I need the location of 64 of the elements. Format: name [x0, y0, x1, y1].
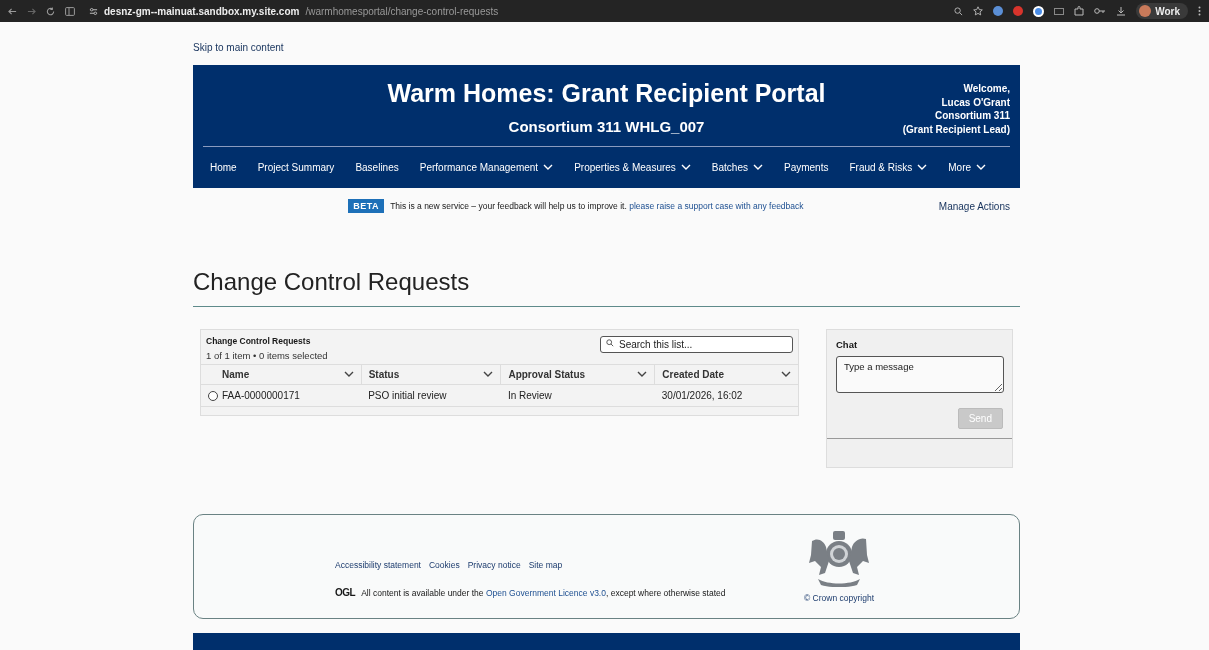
url-path[interactable]: /warmhomesportal/change-control-requests: [305, 5, 499, 17]
puzzle-icon[interactable]: [1074, 6, 1085, 16]
zoom-icon[interactable]: [954, 6, 964, 16]
nav-link[interactable]: Home: [210, 162, 237, 173]
footer-link[interactable]: Privacy notice: [467, 560, 521, 570]
beta-tag: BETA: [348, 199, 385, 213]
download-icon[interactable]: [1116, 6, 1127, 16]
sort-chevron-icon: [637, 371, 648, 378]
extension-icon[interactable]: [1033, 5, 1045, 17]
search-icon: [606, 339, 614, 347]
table-cell: PSO initial review: [361, 384, 501, 406]
forward-icon[interactable]: [27, 6, 36, 16]
copyright-link[interactable]: © Crown copyright: [804, 593, 875, 603]
column-header[interactable]: Status: [361, 364, 501, 385]
star-icon[interactable]: [973, 6, 984, 16]
table-cell: 30/01/2026, 16:02: [654, 384, 798, 406]
reload-icon[interactable]: [46, 6, 55, 16]
welcome-text: Lucas O'Grant: [940, 95, 1010, 109]
nav-link[interactable]: More: [948, 162, 987, 173]
site-info-icon[interactable]: [89, 6, 98, 16]
column-header[interactable]: Name: [201, 364, 362, 385]
ogl-logo: OGL: [335, 587, 356, 598]
back-icon[interactable]: [8, 6, 17, 16]
chat-title: Chat: [835, 338, 859, 350]
welcome-text: (Grant Recipient Lead): [902, 122, 1010, 136]
message-field[interactable]: Type a message: [836, 356, 1004, 393]
search-field[interactable]: Search this list...: [600, 336, 793, 353]
sidebar-icon[interactable]: [65, 6, 75, 16]
page-heading: Change Control Requests: [193, 268, 1020, 307]
footer-link[interactable]: Cookies: [429, 560, 460, 570]
list-title: Change Control Requests: [206, 336, 312, 346]
profile-button[interactable]: Work: [1136, 3, 1188, 19]
menu-icon[interactable]: [1198, 6, 1201, 16]
welcome-text: Welcome,: [962, 82, 1010, 96]
skip-link[interactable]: Skip to main content: [193, 42, 284, 53]
sort-chevron-icon: [781, 371, 791, 378]
licence-link[interactable]: Open Government Licence v3.0: [485, 587, 606, 598]
column-header[interactable]: Created Date: [654, 364, 798, 385]
nav-link[interactable]: Payments: [784, 162, 829, 173]
portal-title: Warm Homes: Grant Recipient Portal: [387, 79, 826, 108]
url-host[interactable]: desnz-gm--mainuat.sandbox.my.site.com: [104, 5, 300, 17]
table-cell: In Review: [500, 384, 655, 406]
list-summary: 1 of 1 item • 0 items selected: [206, 350, 328, 361]
window-icon[interactable]: [1054, 7, 1065, 15]
beta-message: This is a new service – your feedback will help us to improve it. please raise a support case with any feedback: [390, 201, 804, 211]
row-radio[interactable]: [208, 390, 218, 401]
welcome-text: Consortium 311: [933, 109, 1010, 123]
feedback-link[interactable]: please raise a support case with any feedback: [629, 201, 804, 211]
nav-link[interactable]: Properties & Measures: [574, 162, 691, 173]
column-header[interactable]: Approval Status: [500, 364, 655, 385]
nav-link[interactable]: Baselines: [355, 162, 399, 173]
key-icon[interactable]: [1094, 7, 1107, 15]
nav-link[interactable]: Project Summary: [257, 162, 335, 173]
footer-link[interactable]: Accessibility statement: [335, 560, 421, 570]
sort-chevron-icon: [483, 371, 494, 378]
sort-chevron-icon: [343, 371, 354, 378]
nav-link[interactable]: Performance Management: [419, 162, 554, 173]
licence-text: All content is available under the Open Government Licence v3.0, except where otherwise stated: [361, 587, 726, 598]
manage-actions-link[interactable]: Manage Actions: [938, 200, 1010, 212]
table-cell: FAA-0000000171: [222, 390, 300, 401]
nav-link[interactable]: Batches: [711, 162, 763, 173]
footer-link[interactable]: Site map: [528, 560, 563, 570]
nav-link[interactable]: Fraud & Risks: [849, 162, 928, 173]
portal-subtitle: Consortium 311 WHLG_007: [508, 118, 705, 135]
